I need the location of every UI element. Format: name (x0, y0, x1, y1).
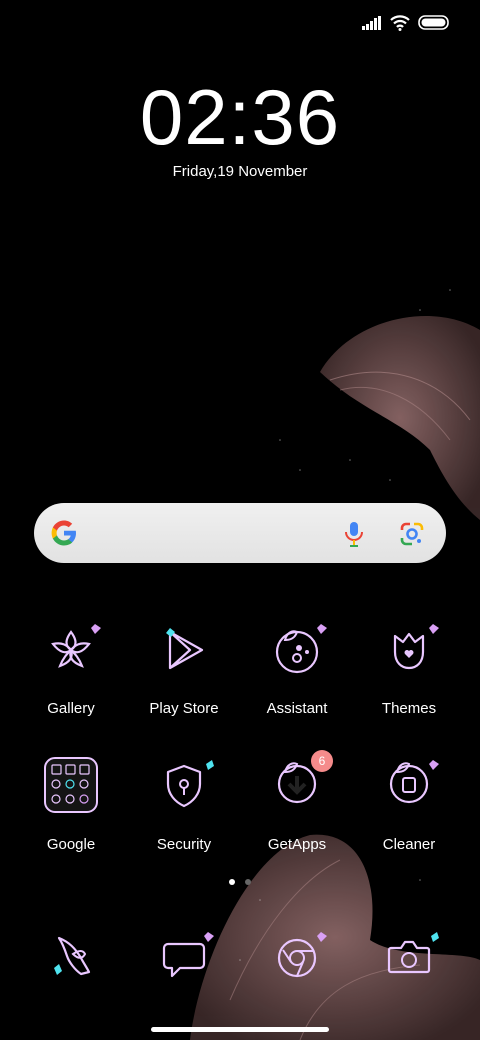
gallery-icon (39, 618, 103, 682)
mic-icon[interactable] (343, 520, 365, 553)
app-getapps[interactable]: 6 GetApps (247, 750, 347, 853)
google-search-bar[interactable] (34, 503, 446, 563)
dock-camera[interactable] (359, 926, 459, 990)
phone-icon (39, 926, 103, 990)
app-label: Assistant (266, 700, 328, 717)
app-label: GetApps (267, 836, 327, 853)
date-label: Friday,19 November (172, 163, 308, 180)
assistant-icon (265, 618, 329, 682)
app-assistant[interactable]: Assistant (247, 618, 347, 717)
notification-badge: 6 (311, 750, 333, 772)
chrome-icon (265, 926, 329, 990)
camera-icon (377, 926, 441, 990)
messages-icon (152, 926, 216, 990)
getapps-icon: 6 (265, 750, 333, 818)
app-label: Cleaner (382, 836, 436, 853)
app-security[interactable]: Security (134, 754, 234, 853)
app-cleaner[interactable]: Cleaner (359, 754, 459, 853)
app-label: Security (156, 836, 212, 853)
page-indicator[interactable] (229, 879, 251, 885)
lockscreen-clock[interactable]: 02:36 (0, 72, 480, 163)
app-label: Play Store (149, 700, 219, 717)
page-dot-active[interactable] (229, 879, 235, 885)
app-label: Gallery (47, 700, 95, 717)
app-google-folder[interactable]: Google (21, 754, 121, 853)
play-store-icon (152, 618, 216, 682)
page-dot[interactable] (245, 879, 251, 885)
google-icon (50, 519, 78, 552)
app-label: Google (46, 836, 96, 853)
dock-phone[interactable] (21, 926, 121, 990)
app-themes[interactable]: Themes (359, 618, 459, 717)
app-play-store[interactable]: Play Store (134, 618, 234, 717)
home-indicator[interactable] (151, 1027, 329, 1032)
security-icon (152, 754, 216, 818)
wifi-icon (390, 14, 410, 36)
signal-icon (362, 15, 382, 35)
cleaner-icon (377, 754, 441, 818)
dock-chrome[interactable] (247, 926, 347, 990)
google-folder-icon (39, 754, 103, 818)
lens-icon[interactable] (398, 520, 426, 553)
status-bar (362, 14, 450, 36)
app-label: Themes (381, 700, 437, 717)
app-gallery[interactable]: Gallery (21, 618, 121, 717)
battery-icon (418, 14, 450, 36)
dock-messages[interactable] (134, 926, 234, 990)
themes-icon (377, 618, 441, 682)
